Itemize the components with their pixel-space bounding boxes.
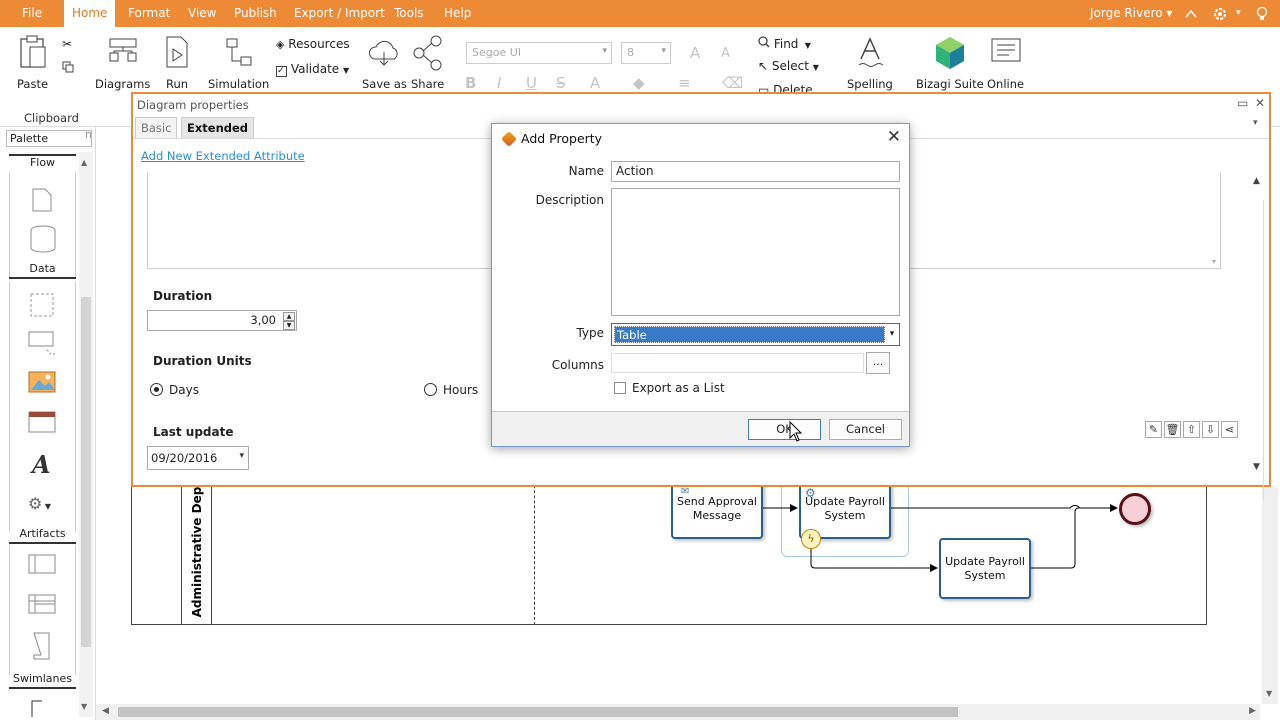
radio-days-label: Days xyxy=(169,383,199,397)
mouse-cursor-icon xyxy=(789,421,803,442)
name-input[interactable]: Action xyxy=(611,161,900,182)
bizagi-logo-icon xyxy=(501,131,517,147)
spin-down-icon[interactable]: ▼ xyxy=(283,321,295,330)
maximize-icon[interactable]: ▭ xyxy=(1237,96,1248,110)
type-selected-value: Table xyxy=(614,326,885,343)
last-update-label: Last update xyxy=(153,425,234,439)
tab-extended[interactable]: Extended xyxy=(181,117,255,139)
duration-label: Duration xyxy=(153,289,213,303)
dialog-title: Add Property xyxy=(521,131,603,146)
last-update-date-picker[interactable]: 09/20/2016 xyxy=(147,446,249,470)
trash-icon[interactable]: 🗑︎ xyxy=(1164,421,1181,438)
add-extended-attribute-link[interactable]: Add New Extended Attribute xyxy=(141,149,305,163)
properties-title: Diagram properties xyxy=(137,98,249,112)
duration-units-label: Duration Units xyxy=(153,354,252,368)
edit-icon[interactable]: ✎ xyxy=(1145,421,1162,438)
columns-browse-button[interactable]: ... xyxy=(866,352,890,374)
close-icon[interactable]: ✕ xyxy=(1255,96,1265,110)
attribute-toolbar: ✎ 🗑︎ ⇧ ⇩ ⋖ xyxy=(1145,421,1240,439)
properties-scrollbar[interactable]: ▲ ▼ xyxy=(1249,172,1269,500)
dialog-footer: OK Cancel xyxy=(492,411,909,446)
name-label: Name xyxy=(568,164,604,178)
arrow-down-icon[interactable]: ⇩ xyxy=(1202,421,1219,438)
radio-days[interactable] xyxy=(150,383,163,396)
cancel-button[interactable]: Cancel xyxy=(829,419,902,440)
chevron-down-icon[interactable]: ▾ xyxy=(885,324,899,345)
add-property-dialog: Add Property ✕ Name Action Description T… xyxy=(491,123,910,447)
description-label: Description xyxy=(535,193,604,207)
radio-hours[interactable] xyxy=(424,383,437,396)
spin-up-icon[interactable]: ▲ xyxy=(283,312,295,321)
type-label: Type xyxy=(576,326,604,340)
scrollbar-thumb[interactable] xyxy=(118,707,958,717)
share-icon[interactable]: ⋖ xyxy=(1221,421,1238,438)
type-select[interactable]: Table ▾ xyxy=(611,323,900,346)
export-as-list-label: Export as a List xyxy=(632,381,725,395)
tab-basic[interactable]: Basic xyxy=(135,117,178,139)
columns-field[interactable] xyxy=(611,353,864,373)
duration-input[interactable]: 3,00 ▲ ▼ xyxy=(147,310,297,331)
arrow-up-icon[interactable]: ⇧ xyxy=(1183,421,1200,438)
radio-hours-label: Hours xyxy=(443,383,479,397)
close-icon[interactable]: ✕ xyxy=(887,127,901,147)
description-input[interactable] xyxy=(611,188,900,316)
ok-button[interactable]: OK xyxy=(748,419,821,440)
canvas-horizontal-scrollbar[interactable]: ◀ ▶ xyxy=(96,704,1260,720)
chevron-down-icon[interactable]: ▾ xyxy=(1253,118,1258,128)
export-as-list-checkbox[interactable] xyxy=(614,382,626,394)
columns-label: Columns xyxy=(551,358,604,372)
canvas-vertical-scrollbar[interactable]: ▼ xyxy=(1262,487,1278,704)
duration-value: 3,00 xyxy=(250,313,276,327)
